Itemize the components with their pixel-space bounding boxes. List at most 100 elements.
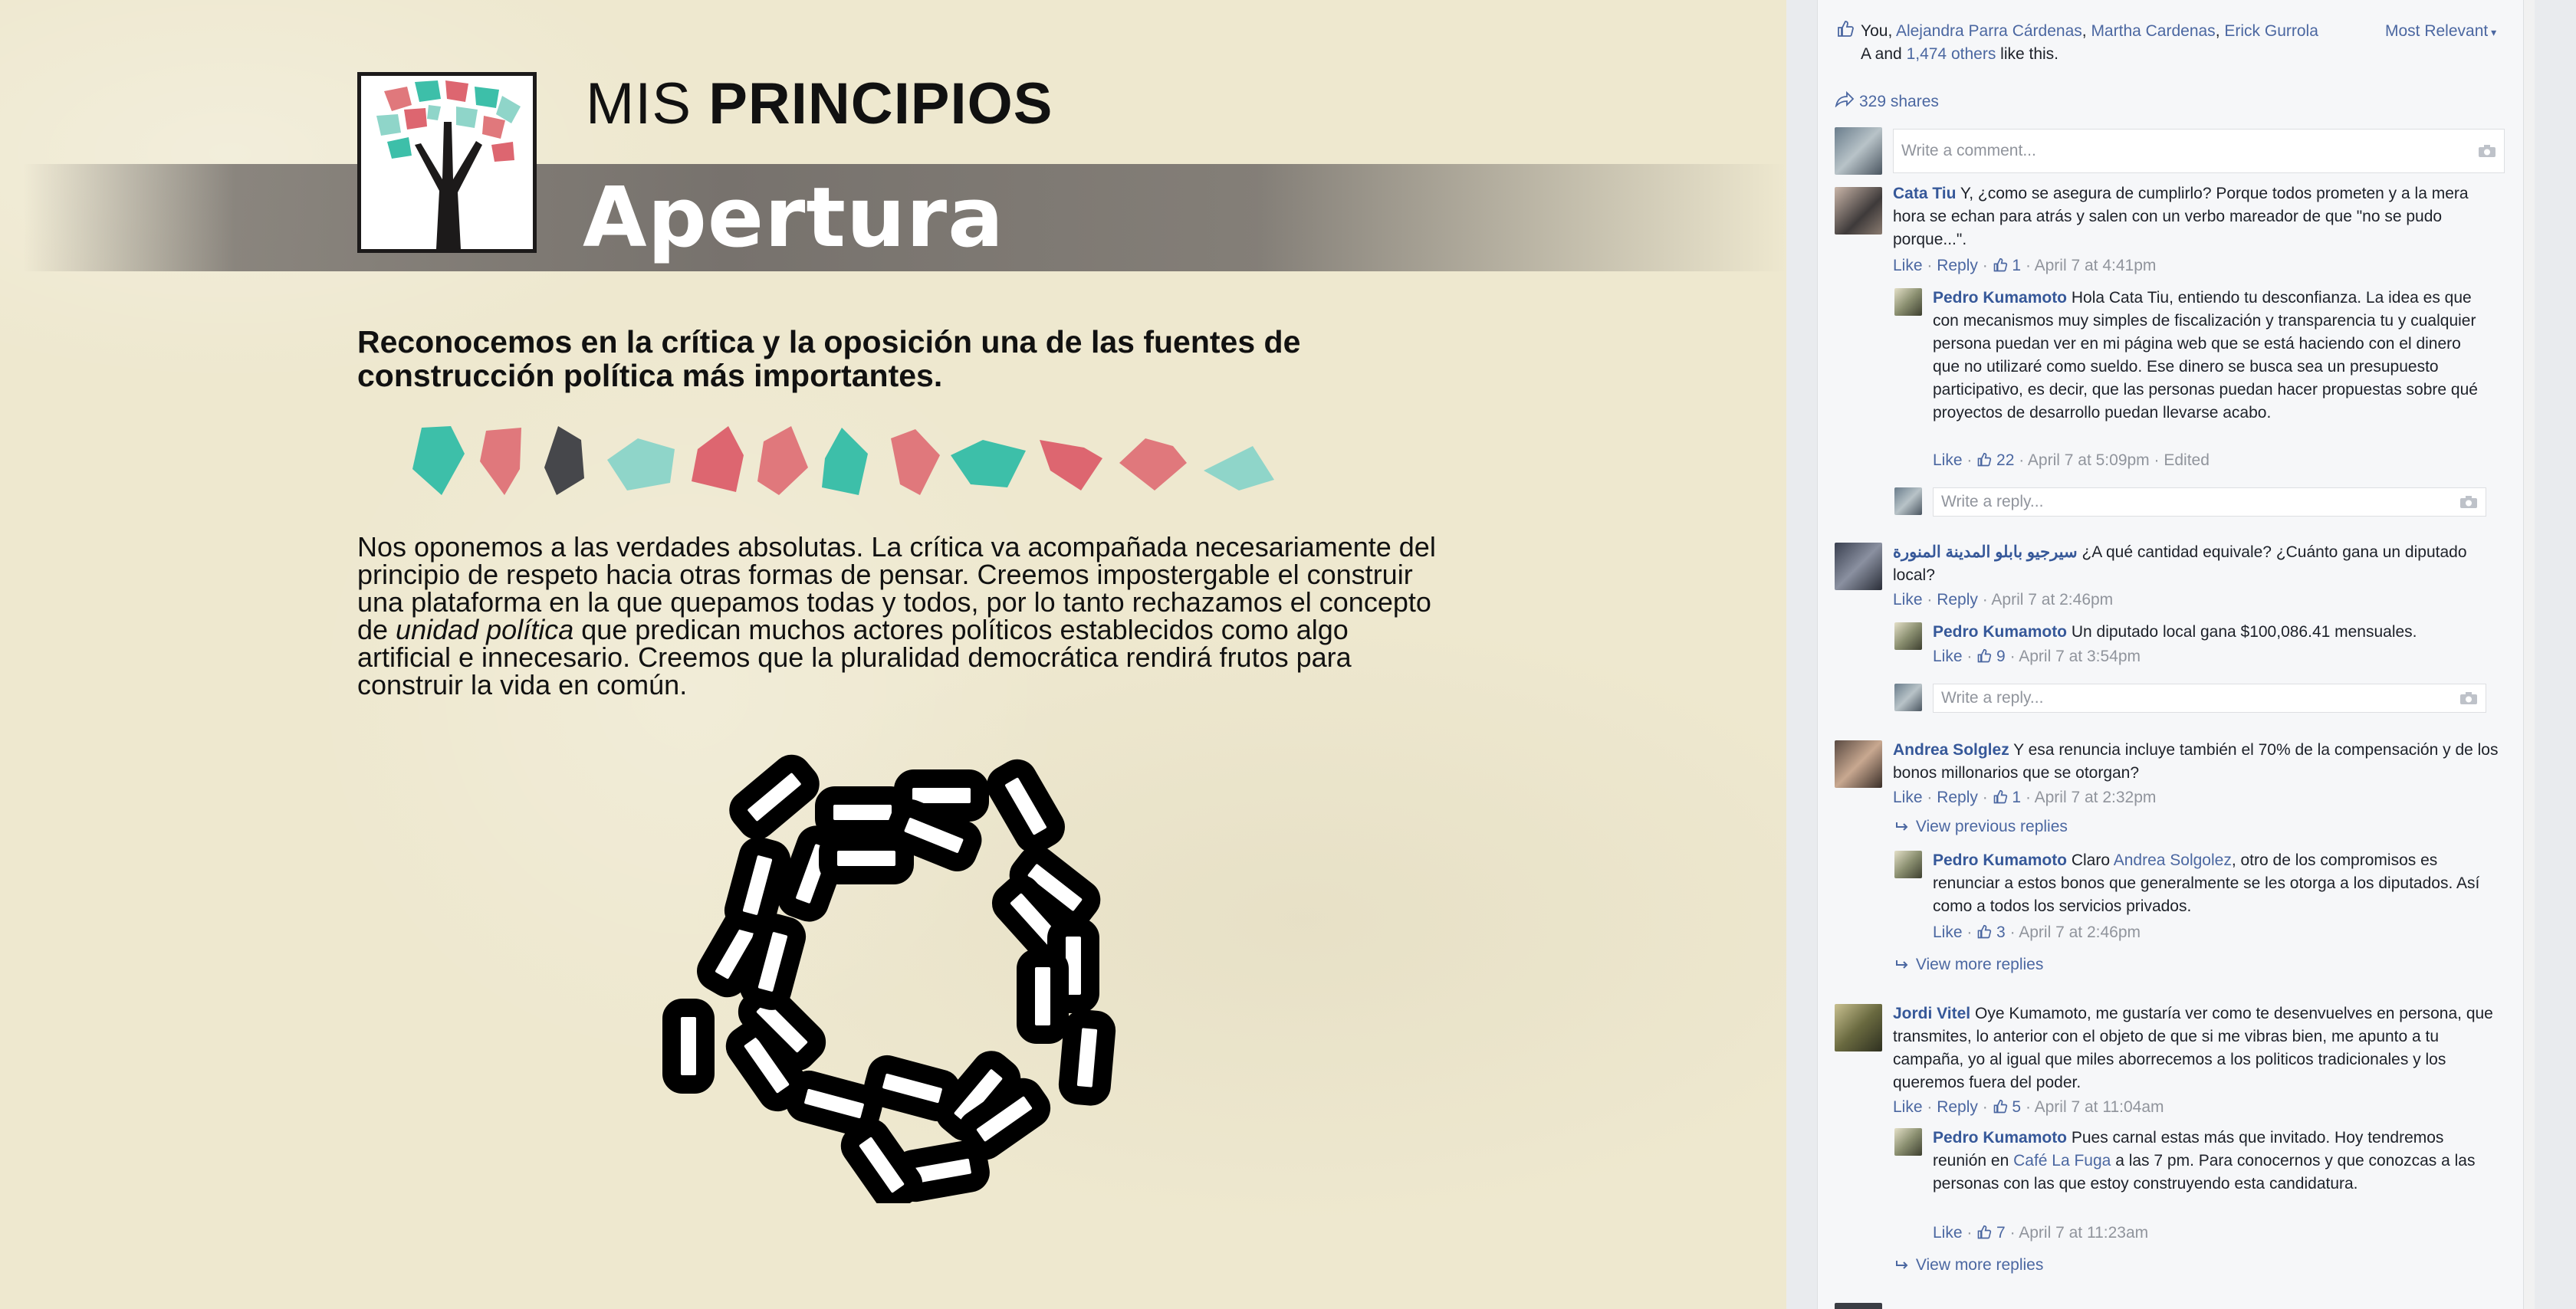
write-reply-input[interactable]: Write a reply... bbox=[1933, 487, 2486, 517]
camera-icon[interactable] bbox=[2459, 691, 2478, 705]
comment-timestamp[interactable]: April 7 at 11:04am bbox=[2035, 1098, 2164, 1116]
commenter-name-link[interactable]: Andrea Solglez bbox=[1893, 741, 2009, 759]
write-reply-input[interactable]: Write a reply... bbox=[1933, 684, 2486, 713]
gem-shape bbox=[607, 438, 675, 490]
brand-title: MIS PRINCIPIOS bbox=[586, 71, 1053, 137]
reply-actions: Like · 22 · April 7 at 5:09pm · Edited bbox=[1933, 451, 2210, 469]
like-link[interactable]: Like bbox=[1933, 648, 1963, 665]
commenter-name-link[interactable]: Jordi Vitel bbox=[1893, 1005, 1970, 1022]
like-link[interactable]: Like bbox=[1893, 789, 1923, 806]
reply-text: Pedro Kumamoto Un diputado local gana $1… bbox=[1933, 621, 2485, 644]
likes-sep-1: , bbox=[2082, 22, 2091, 40]
like-link[interactable]: Like bbox=[1933, 924, 1963, 941]
like-count[interactable]: 7 bbox=[1996, 1224, 2006, 1242]
decorative-gems bbox=[412, 426, 1274, 495]
reply-text: Pedro Kumamoto Hola Cata Tiu, entiendo t… bbox=[1933, 287, 2485, 425]
user-avatar-small bbox=[1894, 684, 1922, 711]
sort-most-relevant-dropdown[interactable]: Most Relevant ▾ bbox=[2385, 20, 2496, 44]
like-link[interactable]: Like bbox=[1933, 1224, 1963, 1242]
view-more-replies-link[interactable]: View more replies bbox=[1894, 953, 2043, 976]
view-previous-replies-label: View previous replies bbox=[1915, 818, 2068, 835]
reply-timestamp[interactable]: April 7 at 3:54pm bbox=[2019, 648, 2141, 665]
commenter-name-link[interactable]: سيرجيو بابلو المدينة المنورة bbox=[1893, 543, 2078, 561]
section-title: Apertura bbox=[583, 170, 1005, 266]
liker-link-2[interactable]: Martha Cardenas bbox=[2091, 22, 2215, 40]
like-link[interactable]: Like bbox=[1933, 451, 1963, 469]
likes-line2b: like this. bbox=[1996, 45, 2059, 63]
likes-others-link[interactable]: 1,474 others bbox=[1907, 45, 1996, 63]
gem-shape bbox=[1204, 446, 1274, 490]
replier-name-link[interactable]: Pedro Kumamoto bbox=[1933, 1129, 2067, 1147]
mention-link[interactable]: Andrea Solgolez bbox=[2114, 851, 2232, 869]
commenter-avatar[interactable] bbox=[1835, 1303, 1882, 1309]
brand-title-thin: MIS bbox=[586, 71, 709, 136]
liker-link-1[interactable]: Alejandra Parra Cárdenas bbox=[1896, 22, 2082, 40]
reply-timestamp[interactable]: April 7 at 11:23am bbox=[2019, 1224, 2148, 1242]
reply-timestamp[interactable]: April 7 at 2:46pm bbox=[2019, 924, 2141, 941]
comment-timestamp[interactable]: April 7 at 2:46pm bbox=[1991, 591, 2113, 609]
pedro-kumamoto-avatar[interactable] bbox=[1894, 288, 1922, 316]
likes-line2a: A and bbox=[1861, 45, 1907, 63]
gem-shape bbox=[692, 426, 744, 492]
replier-name-link[interactable]: Pedro Kumamoto bbox=[1933, 623, 2067, 641]
write-comment-input[interactable]: Write a comment... bbox=[1893, 129, 2505, 173]
like-thumb-icon bbox=[1977, 924, 1992, 939]
user-avatar-small bbox=[1894, 487, 1922, 515]
gem-shape bbox=[891, 429, 940, 495]
like-count[interactable]: 5 bbox=[2012, 1098, 2021, 1116]
comment-actions: Like · Reply · April 7 at 2:46pm bbox=[1893, 591, 2114, 609]
like-link[interactable]: Like bbox=[1893, 591, 1923, 609]
reply-actions: Like · 7 · April 7 at 11:23am bbox=[1933, 1224, 2149, 1242]
likes-summary: You, Alejandra Parra Cárdenas, Martha Ca… bbox=[1861, 20, 2382, 66]
tree-logo bbox=[357, 72, 537, 253]
reply-link[interactable]: Reply bbox=[1937, 257, 1978, 274]
like-count[interactable]: 3 bbox=[1996, 924, 2006, 941]
reply-body: Hola Cata Tiu, entiendo tu desconfianza.… bbox=[1933, 289, 2478, 422]
gem-shape bbox=[951, 440, 1026, 487]
replier-name-link[interactable]: Pedro Kumamoto bbox=[1933, 851, 2067, 869]
like-link[interactable]: Like bbox=[1893, 257, 1923, 274]
reply-link[interactable]: Reply bbox=[1937, 1098, 1978, 1116]
like-count[interactable]: 1 bbox=[2012, 789, 2021, 806]
commenter-avatar[interactable] bbox=[1835, 543, 1882, 590]
like-count[interactable]: 1 bbox=[2012, 257, 2021, 274]
pedro-kumamoto-avatar[interactable] bbox=[1894, 851, 1922, 878]
like-count[interactable]: 22 bbox=[1996, 451, 2014, 469]
page-scrollbar[interactable] bbox=[2524, 0, 2535, 1309]
like-link[interactable]: Like bbox=[1893, 1098, 1923, 1116]
gem-shape bbox=[757, 426, 808, 495]
gem-shape bbox=[1040, 440, 1102, 490]
view-more-replies-link[interactable]: View more replies bbox=[1894, 1254, 2043, 1277]
shares-count-link[interactable]: 329 shares bbox=[1859, 90, 1939, 113]
likes-sep-2: , bbox=[2215, 22, 2225, 40]
replier-name-link[interactable]: Pedro Kumamoto bbox=[1933, 289, 2067, 307]
pedro-kumamoto-avatar[interactable] bbox=[1894, 1128, 1922, 1156]
reply-link[interactable]: Reply bbox=[1937, 789, 1978, 806]
gem-shape bbox=[412, 426, 465, 495]
user-avatar bbox=[1835, 127, 1882, 175]
camera-icon[interactable] bbox=[2478, 144, 2496, 158]
like-count[interactable]: 9 bbox=[1996, 648, 2006, 665]
pedro-kumamoto-avatar[interactable] bbox=[1894, 622, 1922, 650]
reply-link[interactable]: Reply bbox=[1937, 591, 1978, 609]
comment-text: سيرجيو بابلو المدينة المنورة ¿A qué cant… bbox=[1893, 541, 2499, 587]
commenter-name-link[interactable]: Cata Tiu bbox=[1893, 185, 1956, 202]
reply-actions: Like · 9 · April 7 at 3:54pm bbox=[1933, 648, 2141, 665]
reply-timestamp[interactable]: April 7 at 5:09pm bbox=[2028, 451, 2150, 469]
view-more-replies-label: View more replies bbox=[1915, 956, 2044, 973]
edited-label[interactable]: Edited bbox=[2164, 451, 2210, 469]
view-more-replies-label: View more replies bbox=[1915, 1256, 2044, 1274]
commenter-avatar[interactable] bbox=[1835, 1004, 1882, 1051]
chevron-down-icon: ▾ bbox=[2488, 26, 2497, 38]
sort-label: Most Relevant bbox=[2385, 22, 2489, 40]
share-arrow-icon bbox=[1835, 90, 1855, 107]
liker-link-3[interactable]: Erick Gurrola bbox=[2224, 22, 2318, 40]
commenter-avatar[interactable] bbox=[1835, 187, 1882, 235]
view-previous-replies-link[interactable]: View previous replies bbox=[1894, 815, 2068, 838]
comment-timestamp[interactable]: April 7 at 4:41pm bbox=[2035, 257, 2157, 274]
camera-icon[interactable] bbox=[2459, 495, 2478, 509]
reply-input-placeholder: Write a reply... bbox=[1941, 493, 2044, 510]
comment-timestamp[interactable]: April 7 at 2:32pm bbox=[2035, 789, 2157, 806]
mention-link[interactable]: Café La Fuga bbox=[2013, 1152, 2111, 1170]
commenter-avatar[interactable] bbox=[1835, 740, 1882, 788]
